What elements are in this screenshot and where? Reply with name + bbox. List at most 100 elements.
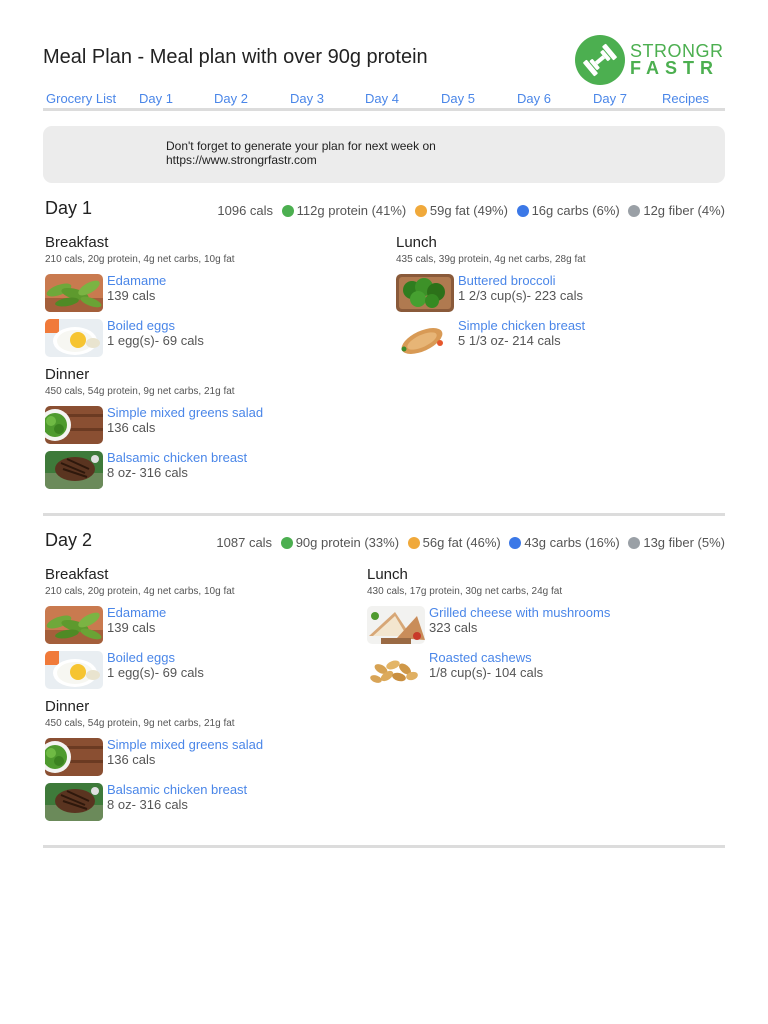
food-item: Simple mixed greens salad 136 cals xyxy=(45,737,345,778)
logo-text-line2: FASTR xyxy=(630,58,720,78)
edamame-photo[interactable] xyxy=(45,274,103,312)
cashews-photo[interactable] xyxy=(367,651,425,689)
boiled-eggs-photo[interactable] xyxy=(45,651,103,689)
food-amount: 136 cals xyxy=(107,752,156,767)
nav-day-6[interactable]: Day 6 xyxy=(517,91,551,106)
food-item: Grilled cheese with mushrooms 323 cals xyxy=(367,605,707,646)
food-amount: 323 cals xyxy=(429,620,478,635)
fiber-total: 12g fiber (4%) xyxy=(643,203,725,218)
food-item: Edamame 139 cals xyxy=(45,605,345,646)
notice-text: Don't forget to generate your plan for n… xyxy=(166,139,436,153)
grilled-cheese-photo[interactable] xyxy=(367,606,425,644)
day-title: Day 2 xyxy=(45,530,93,550)
food-amount: 8 oz- 316 cals xyxy=(107,465,188,480)
food-name-link[interactable]: Buttered broccoli xyxy=(458,273,556,288)
carbs-total: 16g carbs (6%) xyxy=(531,203,620,218)
nav-day-7[interactable]: Day 7 xyxy=(593,91,627,106)
nav-recipes[interactable]: Recipes xyxy=(662,91,709,106)
meal-macros: 435 cals, 39g protein, 4g net carbs, 28g… xyxy=(396,254,586,265)
food-item: Roasted cashews 1/8 cup(s)- 104 cals xyxy=(367,650,707,691)
section-divider xyxy=(43,845,725,848)
fiber-dot-icon xyxy=(628,205,641,217)
food-item: Boiled eggs 1 egg(s)- 69 cals xyxy=(45,318,365,359)
food-item: Boiled eggs 1 egg(s)- 69 cals xyxy=(45,650,345,691)
strongr-fastr-logo: STRONGR FASTR xyxy=(575,34,725,86)
food-amount: 136 cals xyxy=(107,420,156,435)
carbs-dot-icon xyxy=(509,537,522,549)
protein-total: 112g protein (41%) xyxy=(296,203,407,218)
nav-grocery-list[interactable]: Grocery List xyxy=(46,91,116,106)
next-week-notice: Don't forget to generate your plan for n… xyxy=(43,126,725,183)
fat-dot-icon xyxy=(407,537,420,549)
food-name-link[interactable]: Roasted cashews xyxy=(429,650,532,665)
meal-title-dinner: Dinner xyxy=(45,366,90,383)
dumbbell-icon xyxy=(575,35,625,85)
food-name-link[interactable]: Edamame xyxy=(107,273,166,288)
food-item: Simple mixed greens salad 136 cals xyxy=(45,405,365,446)
nav-day-3[interactable]: Day 3 xyxy=(290,91,324,106)
fiber-dot-icon xyxy=(628,537,641,549)
food-name-link[interactable]: Balsamic chicken breast xyxy=(107,450,247,465)
food-name-link[interactable]: Simple mixed greens salad xyxy=(107,737,263,752)
food-name-link[interactable]: Edamame xyxy=(107,605,166,620)
food-item: Simple chicken breast 5 1/3 oz- 214 cals xyxy=(396,318,716,359)
meal-macros: 430 cals, 17g protein, 30g net carbs, 24… xyxy=(367,586,563,597)
food-amount: 1 egg(s)- 69 cals xyxy=(107,333,204,348)
nav-day-2[interactable]: Day 2 xyxy=(214,91,248,106)
meal-macros: 450 cals, 54g protein, 9g net carbs, 21g… xyxy=(45,718,235,729)
food-amount: 1 2/3 cup(s)- 223 cals xyxy=(458,288,584,303)
notice-url: https://www.strongrfastr.com xyxy=(166,153,317,167)
food-item: Balsamic chicken breast 8 oz- 316 cals xyxy=(45,782,345,823)
meal-plan-page: Meal Plan - Meal plan with over 90g prot… xyxy=(0,0,768,1024)
meal-title-lunch: Lunch xyxy=(396,234,437,251)
food-name-link[interactable]: Simple chicken breast xyxy=(458,318,585,333)
day-nutrition-summary: 1087 cals 90g protein (33%) 56g fat (46%… xyxy=(216,535,725,550)
section-divider xyxy=(43,513,725,516)
meal-macros: 450 cals, 54g protein, 9g net carbs, 21g… xyxy=(45,386,235,397)
day-nutrition-summary: 1096 cals 112g protein (41%) 59g fat (49… xyxy=(217,203,725,218)
meal-title-dinner: Dinner xyxy=(45,698,90,715)
food-amount: 1/8 cup(s)- 104 cals xyxy=(429,665,544,680)
food-name-link[interactable]: Boiled eggs xyxy=(107,318,175,333)
nav-day-4[interactable]: Day 4 xyxy=(365,91,399,106)
nav-day-5[interactable]: Day 5 xyxy=(441,91,475,106)
nav-day-1[interactable]: Day 1 xyxy=(139,91,173,106)
protein-dot-icon xyxy=(280,537,293,549)
carbs-dot-icon xyxy=(516,205,529,217)
food-amount: 139 cals xyxy=(107,288,156,303)
food-name-link[interactable]: Grilled cheese with mushrooms xyxy=(429,605,610,620)
chicken-breast-photo[interactable] xyxy=(396,319,454,357)
food-name-link[interactable]: Simple mixed greens salad xyxy=(107,405,263,420)
meal-title-breakfast: Breakfast xyxy=(45,566,109,583)
calories-total: 1096 cals xyxy=(217,203,274,218)
meal-title-lunch: Lunch xyxy=(367,566,408,583)
food-name-link[interactable]: Boiled eggs xyxy=(107,650,175,665)
calories-total: 1087 cals xyxy=(216,535,273,550)
meal-macros: 210 cals, 20g protein, 4g net carbs, 10g… xyxy=(45,254,235,265)
day-navigation: Grocery List Day 1 Day 2 Day 3 Day 4 Day… xyxy=(43,90,725,111)
page-title: Meal Plan - Meal plan with over 90g prot… xyxy=(43,46,428,68)
fat-total: 56g fat (46%) xyxy=(422,535,501,550)
fiber-total: 13g fiber (5%) xyxy=(643,535,725,550)
meal-macros: 210 cals, 20g protein, 4g net carbs, 10g… xyxy=(45,586,235,597)
food-item: Balsamic chicken breast 8 oz- 316 cals xyxy=(45,450,365,491)
edamame-photo[interactable] xyxy=(45,606,103,644)
meal-title-breakfast: Breakfast xyxy=(45,234,109,251)
greens-salad-photo[interactable] xyxy=(45,738,103,776)
food-name-link[interactable]: Balsamic chicken breast xyxy=(107,782,247,797)
food-amount: 139 cals xyxy=(107,620,156,635)
food-item: Buttered broccoli 1 2/3 cup(s)- 223 cals xyxy=(396,273,716,314)
food-amount: 5 1/3 oz- 214 cals xyxy=(458,333,561,348)
day-title: Day 1 xyxy=(45,198,93,218)
greens-salad-photo[interactable] xyxy=(45,406,103,444)
food-amount: 1 egg(s)- 69 cals xyxy=(107,665,204,680)
protein-total: 90g protein (33%) xyxy=(295,535,400,550)
food-item: Edamame 139 cals xyxy=(45,273,365,314)
boiled-eggs-photo[interactable] xyxy=(45,319,103,357)
balsamic-chicken-photo[interactable] xyxy=(45,783,103,821)
broccoli-photo[interactable] xyxy=(396,274,454,312)
fat-total: 59g fat (49%) xyxy=(429,203,508,218)
balsamic-chicken-photo[interactable] xyxy=(45,451,103,489)
protein-dot-icon xyxy=(281,205,294,217)
food-amount: 8 oz- 316 cals xyxy=(107,797,188,812)
